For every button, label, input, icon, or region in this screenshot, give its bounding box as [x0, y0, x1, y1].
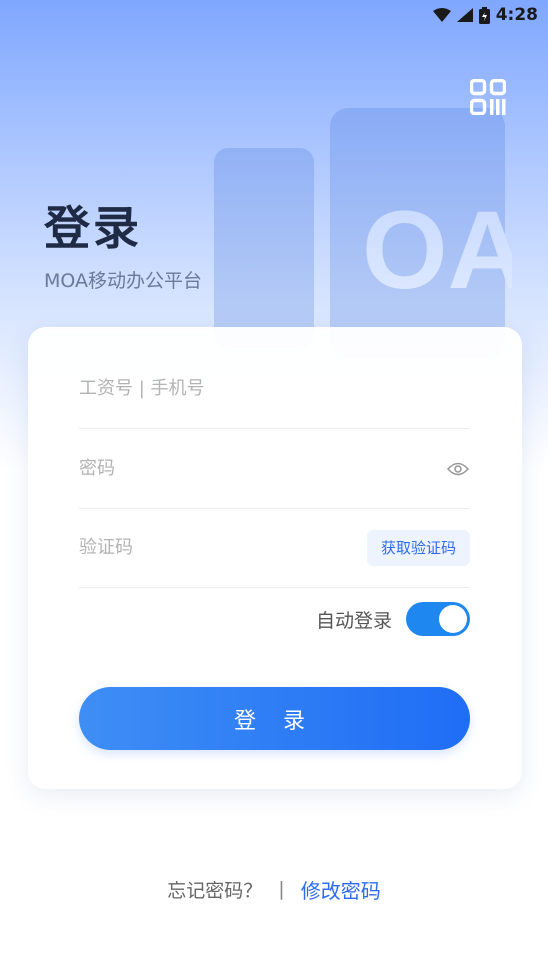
- modify-password-link[interactable]: 修改密码: [301, 875, 381, 904]
- password-input[interactable]: [79, 448, 446, 489]
- get-code-button[interactable]: 获取验证码: [366, 529, 470, 566]
- login-button[interactable]: 登 录: [79, 687, 470, 750]
- code-input[interactable]: [79, 527, 367, 568]
- toggle-knob: [439, 605, 467, 633]
- qr-code-icon: [470, 79, 506, 115]
- battery-icon: [478, 6, 490, 24]
- status-bar: 4:28: [0, 0, 548, 30]
- eye-icon[interactable]: [446, 457, 470, 481]
- moa-watermark-logo: OA: [214, 108, 512, 358]
- password-field: [79, 429, 470, 509]
- footer-links: 忘记密码？ | 修改密码: [0, 872, 548, 906]
- account-field: [79, 349, 470, 429]
- qr-code-button[interactable]: [470, 79, 506, 115]
- login-card: 获取验证码 自动登录 登 录: [28, 327, 522, 789]
- signal-icon: [456, 8, 473, 22]
- code-field: 获取验证码: [79, 508, 470, 588]
- auto-login-label: 自动登录: [315, 609, 392, 632]
- auto-login-toggle[interactable]: [406, 602, 470, 636]
- account-input[interactable]: [79, 368, 470, 409]
- status-time: 4:28: [495, 5, 538, 25]
- page-subtitle: MOA移动办公平台: [44, 270, 203, 292]
- auto-login-row: 自动登录: [79, 599, 470, 639]
- page-title: 登录: [44, 201, 142, 255]
- watermark-text: OA: [362, 189, 512, 312]
- wifi-icon: [432, 8, 451, 22]
- footer-separator: |: [278, 878, 285, 900]
- forgot-password-link[interactable]: 忘记密码？: [167, 876, 262, 903]
